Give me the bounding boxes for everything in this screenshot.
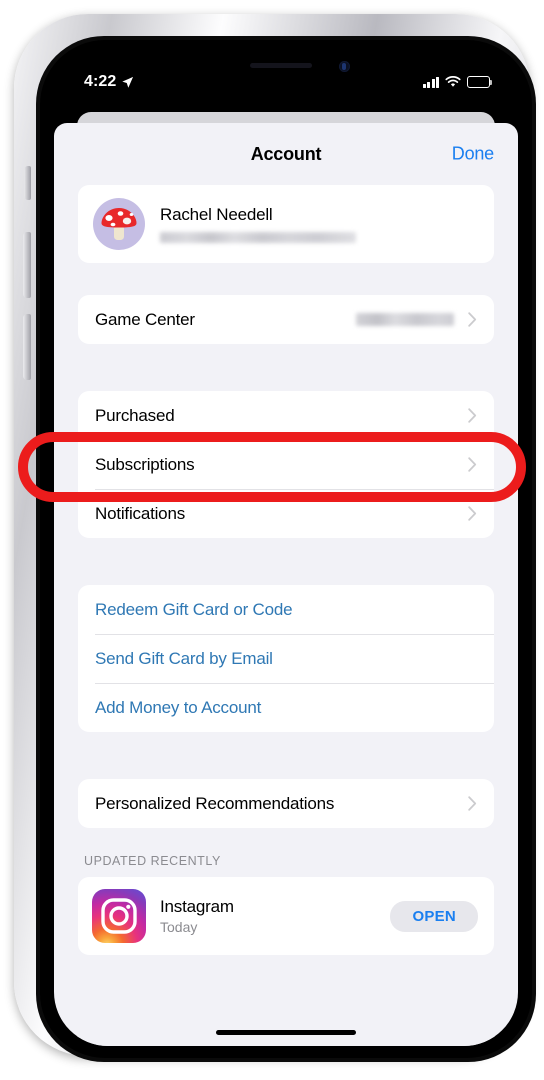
row-label: Redeem Gift Card or Code <box>95 599 293 619</box>
account-sheet: Account Done Rachel Needell Game Center … <box>54 123 518 1046</box>
phone-frame: 4:22 Account Done Rachel Needell Game Ce… <box>14 14 536 1062</box>
chevron-right-icon <box>468 408 477 423</box>
row-label: Add Money to Account <box>95 697 262 717</box>
list-item-instagram[interactable]: Instagram Today OPEN <box>78 877 494 955</box>
earpiece-speaker-icon <box>250 63 313 68</box>
sheet-header: Account Done <box>54 123 518 185</box>
chevron-right-icon <box>468 796 477 811</box>
status-bar-right <box>422 76 493 88</box>
chevron-right-icon <box>468 506 477 521</box>
notch <box>200 52 372 80</box>
status-bar-left: 4:22 <box>84 73 134 91</box>
instagram-app-icon <box>92 889 146 943</box>
chevron-right-icon <box>468 312 477 327</box>
open-button[interactable]: OPEN <box>390 900 478 932</box>
status-bar-clock: 4:22 <box>84 73 117 90</box>
gift-card-links: Redeem Gift Card or Code Send Gift Card … <box>78 585 494 732</box>
phone-screen: 4:22 Account Done Rachel Needell Game Ce… <box>54 52 518 1046</box>
app-update-date: Today <box>160 919 198 935</box>
screenshot-stage: 4:22 Account Done Rachel Needell Game Ce… <box>0 0 544 1080</box>
account-settings-card: Purchased Subscriptions Notifications <box>78 391 494 538</box>
app-name: Instagram <box>160 897 234 916</box>
profile-text: Rachel Needell <box>160 205 477 243</box>
row-add-money[interactable]: Add Money to Account <box>78 683 494 732</box>
row-label: Purchased <box>95 405 175 425</box>
profile-card[interactable]: Rachel Needell <box>78 185 494 263</box>
volume-up-button[interactable] <box>23 232 31 298</box>
recommendations-card[interactable]: Personalized Recommendations <box>78 779 494 828</box>
volume-down-button[interactable] <box>23 314 31 380</box>
profile-email-redacted <box>160 232 356 243</box>
row-label: Notifications <box>95 503 185 523</box>
avatar <box>93 198 145 250</box>
row-redeem-gift-card[interactable]: Redeem Gift Card or Code <box>78 585 494 634</box>
profile-name: Rachel Needell <box>160 205 273 224</box>
home-indicator[interactable] <box>216 1029 356 1035</box>
chevron-right-icon <box>468 457 477 472</box>
location-arrow-icon <box>122 76 134 88</box>
row-label: Personalized Recommendations <box>95 793 335 813</box>
battery-icon <box>467 76 493 88</box>
done-button[interactable]: Done <box>452 144 494 165</box>
row-subscriptions[interactable]: Subscriptions <box>78 440 494 489</box>
sheet-body: Rachel Needell Game Center Purchased Sub… <box>54 185 518 955</box>
cellular-bars-icon <box>422 76 439 88</box>
row-personalized-recommendations[interactable]: Personalized Recommendations <box>78 779 494 828</box>
row-purchased[interactable]: Purchased <box>78 391 494 440</box>
row-game-center[interactable]: Game Center <box>78 295 494 344</box>
game-center-card[interactable]: Game Center <box>78 295 494 344</box>
wifi-icon <box>445 76 461 87</box>
mushroom-avatar-icon <box>101 208 137 240</box>
row-label: Subscriptions <box>95 454 195 474</box>
game-center-value-redacted <box>356 313 454 326</box>
row-notifications[interactable]: Notifications <box>78 489 494 538</box>
front-camera-icon <box>339 61 350 72</box>
profile-row[interactable]: Rachel Needell <box>78 185 494 263</box>
mute-switch[interactable] <box>24 166 31 200</box>
app-meta: Instagram Today <box>160 897 390 935</box>
row-label: Game Center <box>95 309 195 329</box>
row-label: Send Gift Card by Email <box>95 648 273 668</box>
updated-app-card: Instagram Today OPEN <box>78 877 494 955</box>
section-header-updated-recently: UPDATED RECENTLY <box>84 854 221 868</box>
row-send-gift-card[interactable]: Send Gift Card by Email <box>78 634 494 683</box>
page-title: Account <box>250 143 322 164</box>
